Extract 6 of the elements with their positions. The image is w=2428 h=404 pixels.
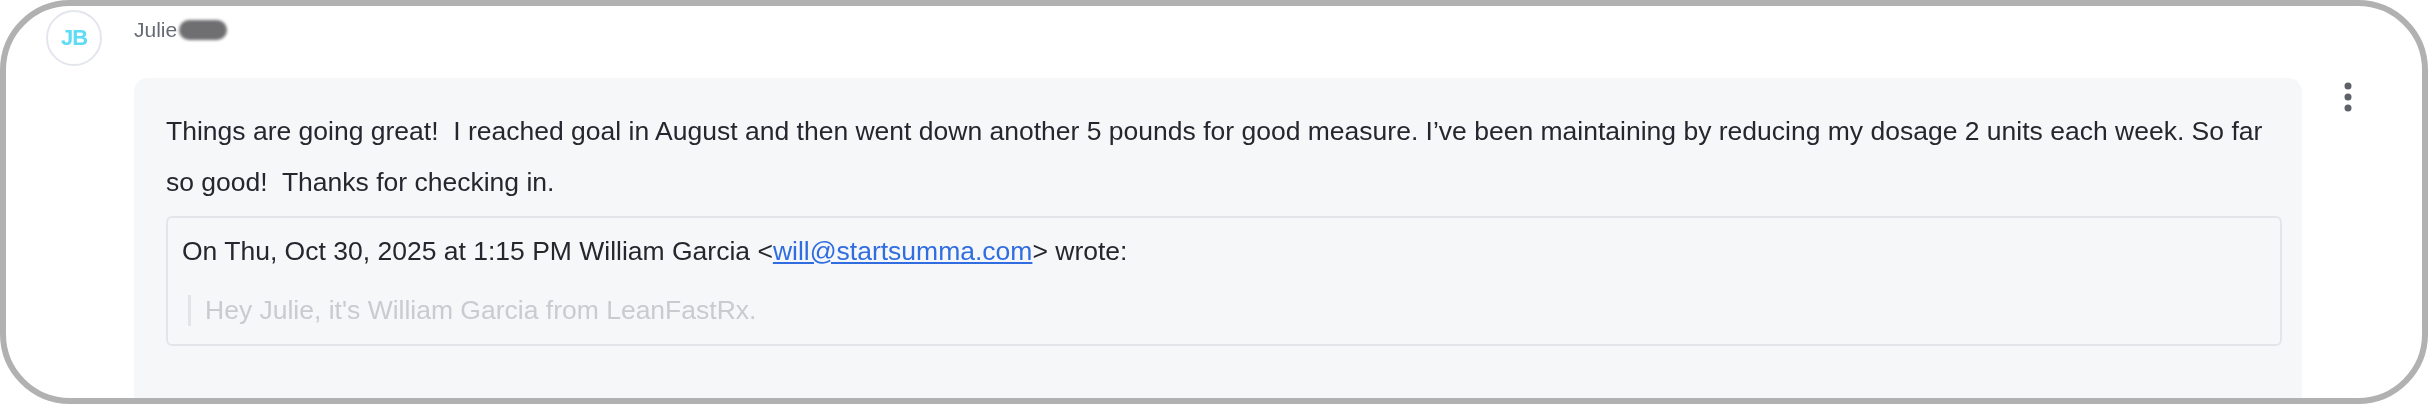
message-text: Things are going great! I reached goal in August and then went down another 5 pounds for good measure. I’ve been maintaining by reducing my dosage 2 units each week. So far so good! Thanks for checking in. bbox=[166, 115, 2264, 199]
more-options-icon[interactable] bbox=[2342, 82, 2354, 112]
sender-name: Julie bbox=[134, 18, 178, 42]
quote-header: On Thu, Oct 30, 2025 at 1:15 PM William Garcia <will@startsumma.com> wrote: bbox=[182, 236, 1129, 267]
avatar: JB bbox=[46, 10, 102, 66]
email-link[interactable]: will@startsumma.com bbox=[772, 236, 1033, 266]
